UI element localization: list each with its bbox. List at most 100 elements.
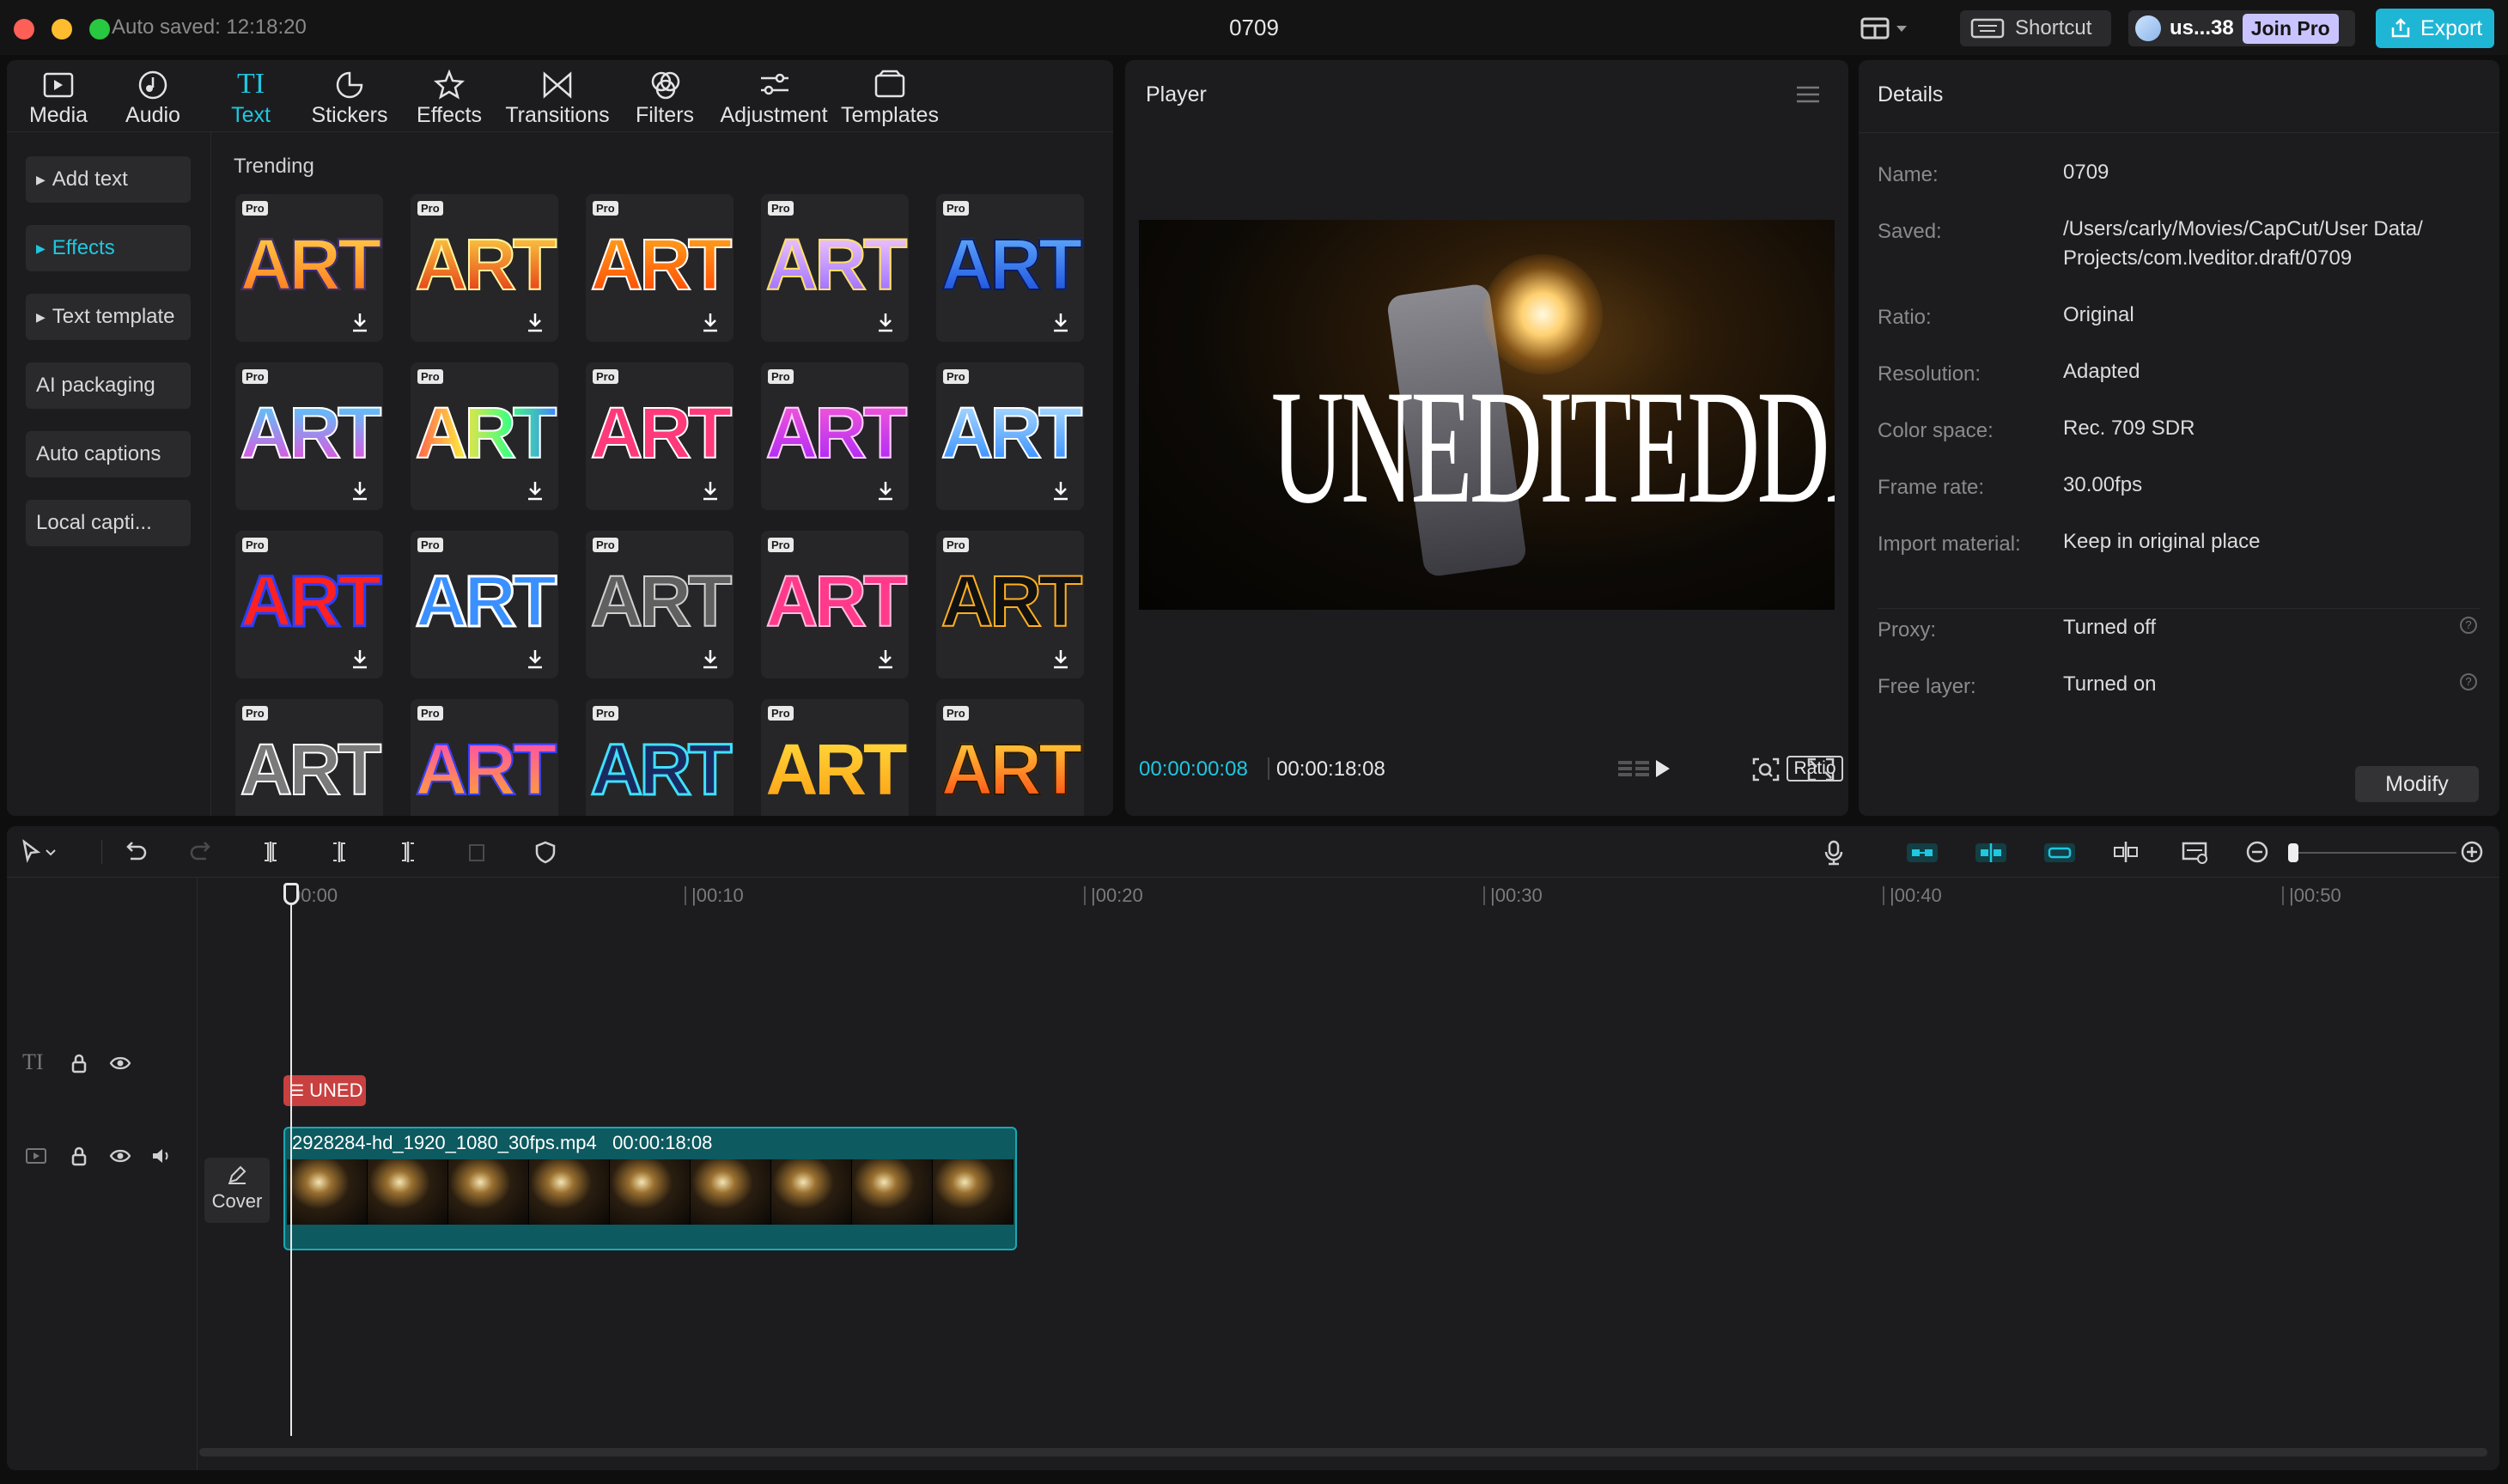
play-icon[interactable] [1644, 754, 1678, 783]
microphone-icon[interactable] [1819, 838, 1848, 866]
text-effect-card[interactable]: Pro ART [586, 699, 734, 816]
tab-effects[interactable]: Effects [404, 64, 495, 131]
undo-icon[interactable] [120, 838, 149, 866]
playhead-handle[interactable] [283, 883, 299, 905]
tab-templates[interactable]: Templates [837, 64, 943, 131]
text-effect-card[interactable]: Pro ART [936, 194, 1084, 342]
avatar[interactable] [2135, 15, 2161, 41]
zoom-slider-handle[interactable] [2288, 843, 2298, 862]
zoom-fit-icon[interactable] [1749, 754, 1783, 783]
tab-adjustment[interactable]: Adjustment [716, 64, 831, 131]
download-icon[interactable] [1051, 479, 1070, 502]
redo-icon[interactable] [187, 838, 216, 866]
eye-icon[interactable] [108, 1051, 132, 1075]
download-icon[interactable] [526, 311, 545, 333]
text-effect-card[interactable]: Pro ART [761, 699, 909, 816]
text-effect-card[interactable]: Pro ART [936, 531, 1084, 678]
side-item-text-template[interactable]: ▶ Text template [26, 294, 191, 340]
lock-icon[interactable] [67, 1144, 91, 1168]
fullscreen-icon[interactable] [1804, 754, 1838, 783]
text-effect-card[interactable]: Pro ART [761, 531, 909, 678]
zoom-in-icon[interactable] [2458, 838, 2487, 866]
split-left-icon[interactable] [325, 838, 354, 866]
video-clip[interactable]: 2928284-hd_1920_1080_30fps.mp4 00:00:18:… [283, 1127, 1017, 1250]
pro-badge: Pro [593, 201, 618, 216]
tab-transitions[interactable]: Transitions [502, 64, 613, 131]
text-effect-card[interactable]: Pro ART [235, 699, 383, 816]
download-icon[interactable] [876, 479, 895, 502]
select-cursor-icon[interactable] [19, 838, 62, 866]
download-icon[interactable] [701, 648, 720, 670]
text-effect-card[interactable]: Pro ART [235, 531, 383, 678]
side-item-local-captions[interactable]: Local capti... [26, 500, 191, 546]
user-account-chip[interactable]: us...38 Join Pro [2128, 10, 2355, 46]
download-icon[interactable] [350, 311, 369, 333]
text-effect-preview: ART [411, 728, 558, 812]
export-button[interactable]: Export [2376, 9, 2494, 48]
main-track-magnet-icon[interactable] [1905, 838, 1939, 866]
split-icon[interactable] [256, 838, 285, 866]
shield-icon[interactable] [531, 838, 560, 866]
side-item-ai-packaging[interactable]: AI packaging [26, 362, 191, 409]
download-icon[interactable] [1051, 311, 1070, 333]
tab-filters[interactable]: Filters [622, 64, 708, 131]
text-effect-card[interactable]: Pro ART [411, 531, 558, 678]
side-item-add-text[interactable]: ▶ Add text [26, 156, 191, 203]
modify-button[interactable]: Modify [2355, 766, 2479, 802]
download-icon[interactable] [526, 479, 545, 502]
zoom-slider-track[interactable] [2293, 852, 2456, 854]
text-effect-card[interactable]: Pro ART [586, 194, 734, 342]
caption-preview-icon[interactable] [2180, 838, 2209, 866]
eye-icon[interactable] [108, 1144, 132, 1168]
tab-stickers[interactable]: Stickers [302, 64, 397, 131]
triangle-right-icon: ▶ [36, 172, 46, 186]
hamburger-menu-icon[interactable] [1795, 84, 1821, 105]
side-item-effects[interactable]: ▶ Effects [26, 225, 191, 271]
download-icon[interactable] [350, 648, 369, 670]
text-effect-card[interactable]: Pro ART [761, 362, 909, 510]
text-effect-card[interactable]: Pro ART [586, 362, 734, 510]
join-pro-button[interactable]: Join Pro [2242, 13, 2339, 44]
pro-badge: Pro [943, 706, 969, 721]
delete-icon[interactable] [462, 838, 491, 866]
tab-audio[interactable]: Audio [108, 64, 198, 131]
text-effect-card[interactable]: Pro ART [411, 362, 558, 510]
tab-transitions-label: Transitions [505, 103, 610, 127]
download-icon[interactable] [1051, 648, 1070, 670]
tab-media[interactable]: Media [14, 64, 103, 131]
cover-button[interactable]: Cover [204, 1158, 270, 1223]
zoom-out-icon[interactable] [2243, 838, 2273, 866]
text-effect-card[interactable]: Pro ART [761, 194, 909, 342]
video-clip-duration: 00:00:18:08 [612, 1132, 713, 1153]
layout-menu-button[interactable] [1855, 12, 1914, 45]
shortcut-button[interactable]: Shortcut [1960, 10, 2111, 46]
speaker-icon[interactable] [149, 1144, 173, 1168]
timeline-horizontal-scrollbar[interactable] [199, 1448, 2487, 1457]
download-icon[interactable] [876, 648, 895, 670]
text-effect-card[interactable]: Pro ART [936, 362, 1084, 510]
playhead[interactable] [290, 886, 292, 1436]
text-effect-card[interactable]: Pro ART [586, 531, 734, 678]
text-effect-card[interactable]: Pro ART [235, 362, 383, 510]
download-icon[interactable] [701, 311, 720, 333]
help-icon[interactable]: ? [2460, 617, 2477, 634]
preview-axis-icon[interactable] [2111, 838, 2140, 866]
timeline-ruler[interactable]: 00:00 |00:10 |00:20 |00:30 |00:40 |00:50 [198, 878, 2499, 912]
download-icon[interactable] [526, 648, 545, 670]
side-item-auto-captions[interactable]: Auto captions [26, 431, 191, 477]
auto-snap-icon[interactable] [1974, 838, 2008, 866]
video-preview[interactable]: UNEDITEDDAY [1139, 220, 1835, 610]
tab-text[interactable]: TI Text [206, 64, 295, 131]
text-effect-card[interactable]: Pro ART [235, 194, 383, 342]
text-effect-card[interactable]: Pro ART [411, 194, 558, 342]
download-icon[interactable] [876, 311, 895, 333]
link-clips-icon[interactable] [2042, 838, 2077, 866]
text-effect-card[interactable]: Pro ART [936, 699, 1084, 816]
download-icon[interactable] [350, 479, 369, 502]
lock-icon[interactable] [67, 1051, 91, 1075]
download-icon[interactable] [701, 479, 720, 502]
help-icon[interactable]: ? [2460, 673, 2477, 690]
split-right-icon[interactable] [393, 838, 423, 866]
text-clip[interactable]: ☰ UNED [283, 1075, 366, 1106]
text-effect-card[interactable]: Pro ART [411, 699, 558, 816]
